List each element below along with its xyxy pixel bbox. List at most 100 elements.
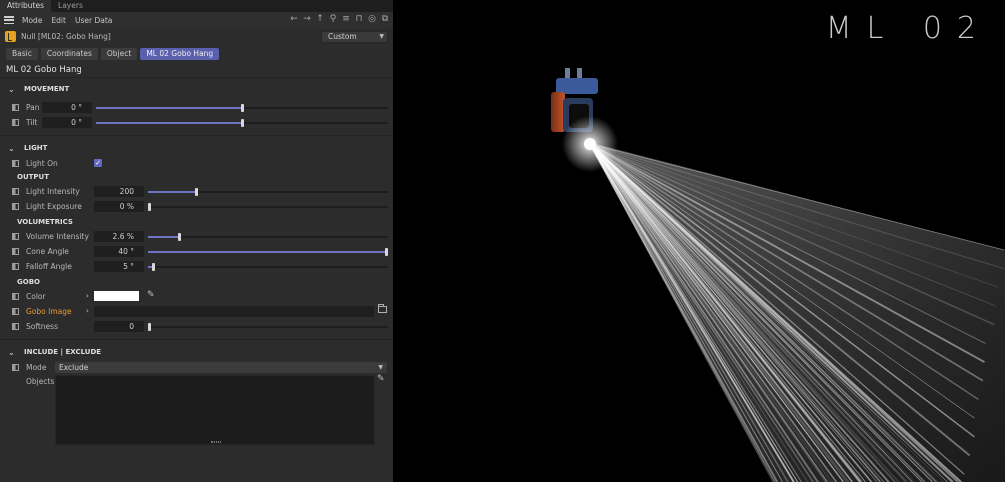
page-tabs: Basic Coordinates Object ML 02 Gobo Hang (0, 45, 393, 62)
param-falloff-angle: Falloff Angle 5 ° (0, 259, 393, 274)
keyframe-icon[interactable] (12, 364, 19, 371)
param-gobo-image: Gobo Image › (0, 304, 393, 319)
group-movement[interactable]: ⌄ MOVEMENT (0, 82, 393, 97)
param-cone-angle: Cone Angle 40 ° (0, 244, 393, 259)
menu-edit[interactable]: Edit (51, 16, 66, 25)
render-viewport: ML 02 (393, 0, 1005, 482)
expand-arrow-icon[interactable]: › (86, 304, 89, 319)
eyedropper-icon[interactable]: ✎ (147, 290, 155, 300)
viewport-title: ML 02 (825, 11, 991, 46)
light-exposure-field[interactable]: 0 % (94, 201, 144, 212)
page-title: ML 02 Gobo Hang (0, 62, 393, 78)
menubar: Mode Edit User Data ← → ↑ ⚲ ≡ ⊓ ◎ ⧉ (0, 12, 393, 28)
lock-icon[interactable]: ⊓ (354, 14, 364, 25)
fixture-yoke (556, 78, 598, 94)
back-icon[interactable]: ← (289, 14, 299, 25)
keyframe-icon[interactable] (12, 263, 19, 270)
light-exposure-slider[interactable] (148, 203, 388, 211)
mode-value: Exclude (59, 363, 89, 372)
tab-coordinates[interactable]: Coordinates (40, 47, 98, 60)
tab-layers[interactable]: Layers (51, 0, 90, 12)
forward-icon[interactable]: → (302, 14, 312, 25)
subgroup-volumetrics: VOLUMETRICS (17, 218, 73, 226)
falloff-angle-slider[interactable] (148, 263, 388, 271)
folder-icon[interactable] (378, 304, 387, 313)
light-intensity-slider[interactable] (148, 188, 388, 196)
group-label: MOVEMENT (24, 85, 70, 93)
menu-user-data[interactable]: User Data (75, 16, 112, 25)
color-swatch[interactable] (94, 291, 139, 301)
tab-attributes[interactable]: Attributes (0, 0, 52, 12)
param-label: Tilt (26, 118, 38, 127)
group-label: INCLUDE | EXCLUDE (24, 348, 102, 356)
object-name: Null [ML02: Gobo Hang] (21, 32, 111, 41)
keyframe-icon[interactable] (12, 248, 19, 255)
param-label: Softness (26, 322, 58, 331)
keyframe-icon[interactable] (12, 188, 19, 195)
param-label: Gobo Image (26, 307, 72, 316)
subgroup-output: OUTPUT (17, 173, 49, 181)
volume-intensity-slider[interactable] (148, 233, 388, 241)
group-light[interactable]: ⌄ LIGHT (0, 141, 393, 156)
param-label: Volume Intensity (26, 232, 89, 241)
tilt-slider[interactable] (96, 119, 388, 127)
filter-icon[interactable]: ≡ (341, 14, 351, 25)
subgroup-gobo: GOBO (17, 278, 40, 286)
chevron-down-icon: ▼ (379, 33, 384, 40)
hamburger-menu-icon[interactable] (4, 16, 14, 24)
search-icon[interactable]: ⚲ (328, 14, 338, 25)
tab-basic[interactable]: Basic (6, 47, 38, 60)
falloff-angle-field[interactable]: 5 ° (94, 261, 144, 272)
fixture-arm (551, 92, 565, 132)
cone-angle-field[interactable]: 40 ° (94, 246, 144, 257)
menu-mode[interactable]: Mode (22, 16, 42, 25)
null-object-icon (5, 31, 16, 42)
keyframe-icon[interactable] (12, 293, 19, 300)
keyframe-icon[interactable] (12, 233, 19, 240)
keyframe-icon[interactable] (12, 203, 19, 210)
toolbar-icons: ← → ↑ ⚲ ≡ ⊓ ◎ ⧉ (289, 14, 390, 25)
keyframe-icon[interactable] (12, 104, 19, 111)
up-icon[interactable]: ↑ (315, 14, 325, 25)
tab-object[interactable]: Object (100, 47, 138, 60)
gobo-image-field[interactable] (94, 306, 374, 317)
group-include-exclude[interactable]: ⌄ INCLUDE | EXCLUDE (0, 345, 393, 360)
param-label: Light On (26, 159, 58, 168)
new-window-icon[interactable]: ⧉ (380, 14, 390, 25)
volume-intensity-field[interactable]: 2.6 % (94, 231, 144, 242)
target-icon[interactable]: ◎ (367, 14, 377, 25)
chevron-down-icon: ⌄ (8, 144, 15, 153)
preset-dropdown[interactable]: Custom ▼ (321, 31, 388, 43)
param-light-intensity: Light Intensity 200 (0, 184, 393, 199)
keyframe-icon[interactable] (12, 160, 19, 167)
softness-slider[interactable] (148, 323, 388, 331)
param-label: Color (26, 292, 46, 301)
objects-label: Objects (26, 377, 55, 386)
param-tilt: Tilt 0 ° (0, 115, 393, 130)
divider (0, 135, 393, 136)
mode-dropdown[interactable]: Exclude ▼ (55, 362, 387, 373)
preset-value: Custom (328, 32, 357, 41)
param-light-on: Light On ✓ (0, 156, 393, 171)
param-light-exposure: Light Exposure 0 % (0, 199, 393, 214)
lens-hotspot (584, 138, 596, 150)
cone-angle-slider[interactable] (148, 248, 388, 256)
pick-object-icon[interactable]: ✎ (377, 374, 385, 384)
resize-grip-icon[interactable] (211, 441, 221, 443)
objects-list[interactable] (55, 375, 375, 445)
param-volume-intensity: Volume Intensity 2.6 % (0, 229, 393, 244)
light-on-checkbox[interactable]: ✓ (94, 159, 102, 167)
param-label: Cone Angle (26, 247, 69, 256)
light-intensity-field[interactable]: 200 (94, 186, 144, 197)
param-pan: Pan 0 ° (0, 100, 393, 115)
tilt-field[interactable]: 0 ° (42, 117, 92, 128)
expand-arrow-icon[interactable]: › (86, 289, 89, 304)
softness-field[interactable]: 0 (94, 321, 144, 332)
keyframe-icon[interactable] (12, 323, 19, 330)
tab-ml02-gobo-hang[interactable]: ML 02 Gobo Hang (140, 47, 220, 60)
pan-slider[interactable] (96, 104, 388, 112)
param-label: Pan (26, 103, 40, 112)
keyframe-icon[interactable] (12, 119, 19, 126)
pan-field[interactable]: 0 ° (42, 102, 92, 113)
keyframe-icon[interactable] (12, 308, 19, 315)
